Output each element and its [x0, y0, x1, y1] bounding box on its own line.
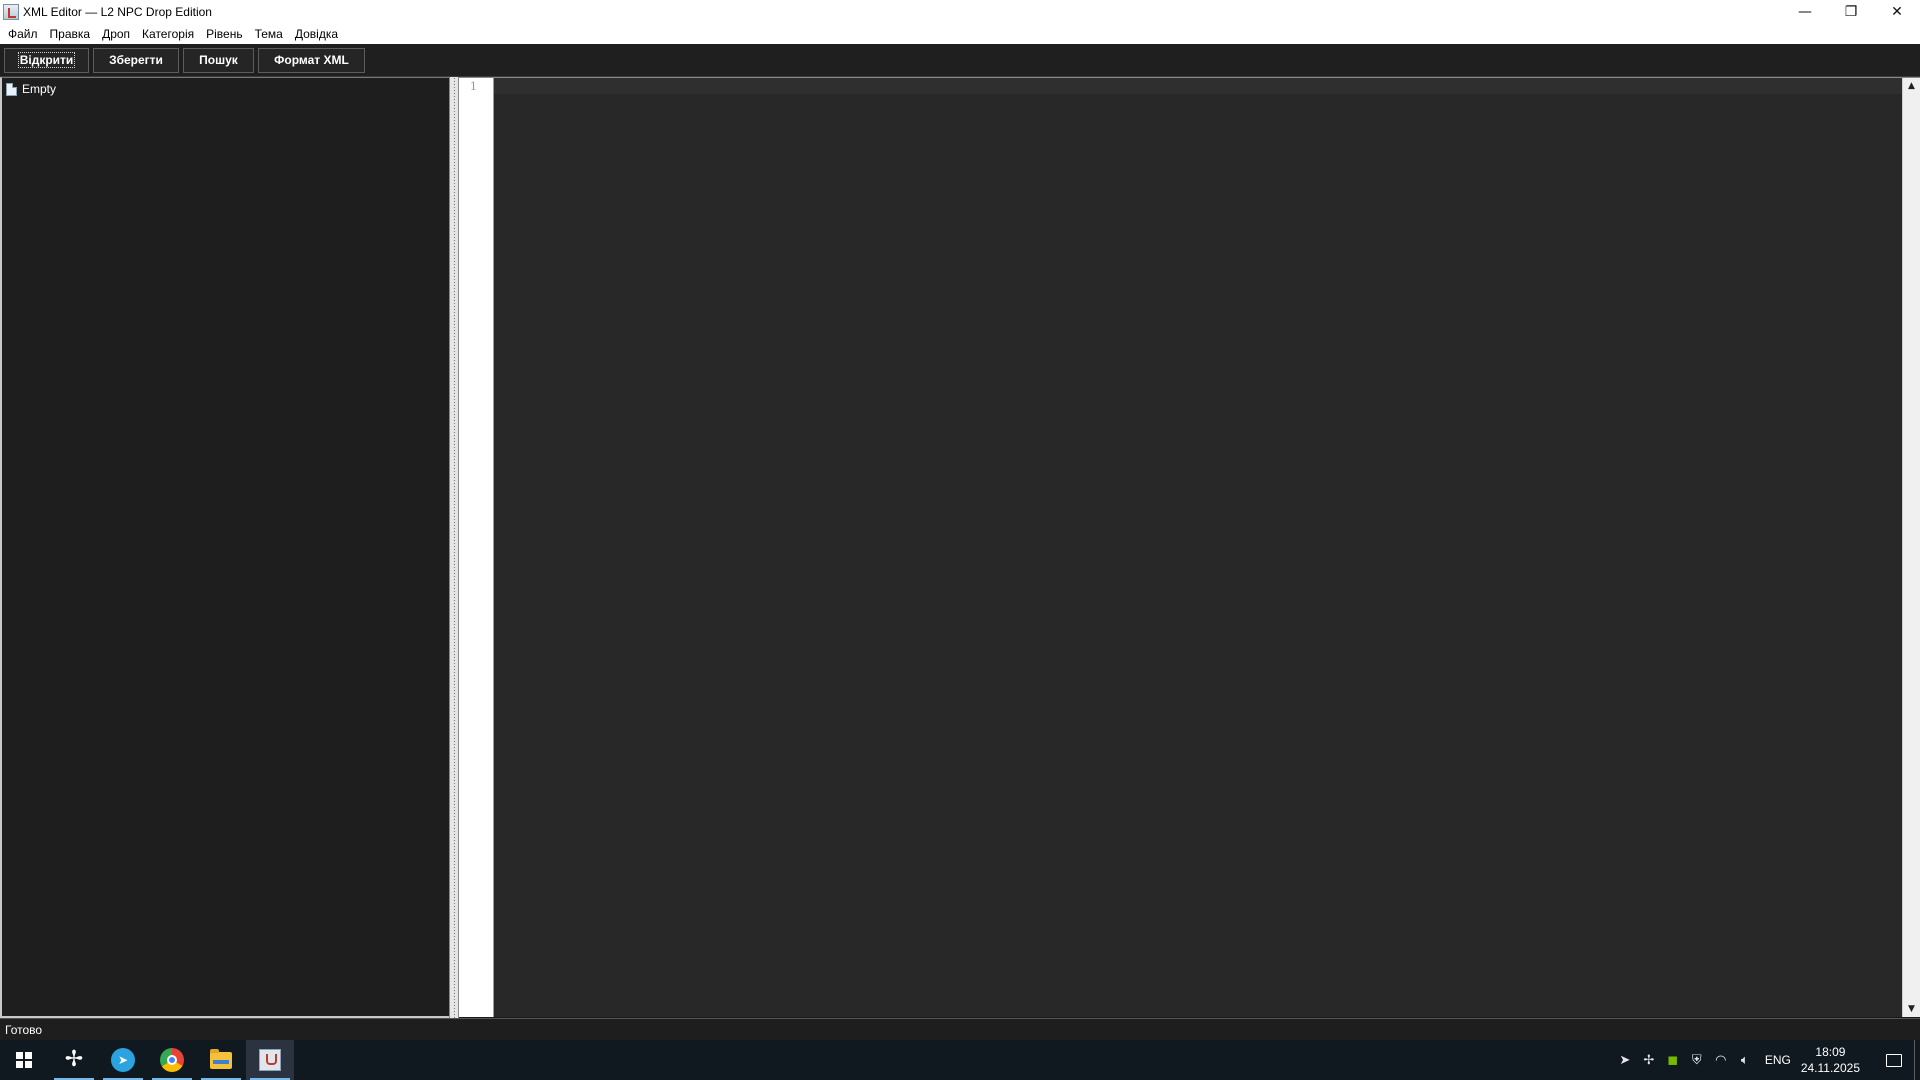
windows-logo-icon	[16, 1052, 32, 1068]
menu-category[interactable]: Категорія	[136, 27, 200, 41]
open-button[interactable]: Відкрити	[4, 47, 89, 73]
menu-edit[interactable]: Правка	[44, 27, 97, 41]
minimize-button[interactable]: —	[1782, 0, 1828, 23]
folder-icon	[210, 1048, 232, 1069]
scrollbar-track[interactable]	[1906, 95, 1917, 1000]
start-button[interactable]	[0, 1040, 48, 1080]
file-icon	[6, 82, 17, 96]
search-button-label: Пошук	[199, 53, 238, 67]
current-line-highlight	[494, 78, 1902, 94]
scroll-up-icon[interactable]: ▲	[1903, 78, 1920, 94]
clock-date: 24.11.2025	[1800, 1061, 1860, 1075]
fan-icon: ✢	[64, 1047, 84, 1072]
search-button[interactable]: Пошук	[183, 47, 254, 73]
menu-file[interactable]: Файл	[2, 27, 44, 41]
line-number: 1	[470, 80, 477, 93]
app-window: XML Editor — L2 NPC Drop Edition — ❐ ✕ Ф…	[0, 0, 1920, 1040]
language-indicator[interactable]: ENG	[1765, 1053, 1791, 1067]
notification-icon	[1886, 1053, 1902, 1067]
close-button[interactable]: ✕	[1874, 0, 1920, 23]
title-bar: XML Editor — L2 NPC Drop Edition — ❐ ✕	[0, 0, 1920, 23]
taskbar-chrome[interactable]	[148, 1040, 196, 1080]
menu-bar: Файл Правка Дроп Категорія Рівень Тема Д…	[0, 23, 1920, 44]
format-xml-button[interactable]: Формат XML	[258, 47, 365, 73]
format-xml-button-label: Формат XML	[274, 53, 349, 67]
system-tray: ➤ ✢ ◼ ⛨ ◠ 🔈︎ ENG 18:09 24.11.2025	[1613, 1040, 1920, 1080]
taskbar-telegram[interactable]: ➤	[99, 1040, 147, 1080]
tree-root-node[interactable]: Empty	[6, 82, 56, 96]
show-desktop-button[interactable]	[1914, 1040, 1920, 1080]
status-text: Готово	[5, 1022, 43, 1037]
menu-drop[interactable]: Дроп	[96, 27, 136, 41]
java-app-icon	[259, 1049, 281, 1071]
maximize-button[interactable]: ❐	[1828, 0, 1874, 23]
tree-node-label: Empty	[22, 82, 57, 96]
taskbar-file-explorer[interactable]	[197, 1040, 245, 1080]
split-divider[interactable]	[449, 77, 459, 1018]
main-split-pane: Empty 1 ▲ ▼	[0, 77, 1920, 1018]
save-button-label: Зберегти	[109, 53, 163, 67]
java-app-icon	[3, 3, 19, 20]
security-icon[interactable]: ⛨	[1685, 1053, 1709, 1068]
notification-center-button[interactable]	[1874, 1040, 1914, 1080]
toolbar: Відкрити Зберегти Пошук Формат XML	[0, 44, 1920, 77]
menu-help[interactable]: Довідка	[289, 27, 344, 41]
scroll-down-icon[interactable]: ▼	[1903, 1001, 1920, 1017]
volume-icon[interactable]: 🔈︎	[1733, 1053, 1757, 1068]
status-bar: Готово	[0, 1018, 1920, 1040]
taskbar-fan-app[interactable]: ✢	[50, 1040, 98, 1080]
save-button[interactable]: Зберегти	[93, 47, 179, 73]
open-button-label: Відкрити	[17, 52, 76, 68]
chrome-icon	[160, 1048, 184, 1072]
fan-tray-icon[interactable]: ✢	[1637, 1053, 1661, 1068]
network-icon[interactable]: ◠	[1709, 1053, 1733, 1068]
clock[interactable]: 18:09 24.11.2025	[1801, 1044, 1860, 1076]
telegram-icon: ➤	[111, 1048, 135, 1072]
editor-panel: 1 ▲ ▼	[459, 77, 1920, 1018]
line-number-gutter: 1	[459, 78, 494, 1017]
clock-time: 18:09	[1815, 1045, 1846, 1059]
taskbar-java-app[interactable]	[246, 1040, 294, 1080]
nvidia-icon[interactable]: ◼	[1661, 1053, 1685, 1068]
telegram-tray-icon[interactable]: ➤	[1613, 1053, 1637, 1068]
taskbar: ✢ ➤ ➤ ✢ ◼ ⛨ ◠ 🔈︎ ENG 18:09 24.11.2025	[0, 1040, 1920, 1080]
vertical-scrollbar[interactable]: ▲ ▼	[1902, 78, 1920, 1017]
menu-level[interactable]: Рівень	[200, 27, 248, 41]
xml-text-area[interactable]	[494, 78, 1902, 1017]
menu-theme[interactable]: Тема	[249, 27, 289, 41]
tree-panel[interactable]: Empty	[0, 77, 449, 1018]
window-title: XML Editor — L2 NPC Drop Edition	[23, 4, 212, 19]
divider-grip	[453, 77, 455, 1018]
